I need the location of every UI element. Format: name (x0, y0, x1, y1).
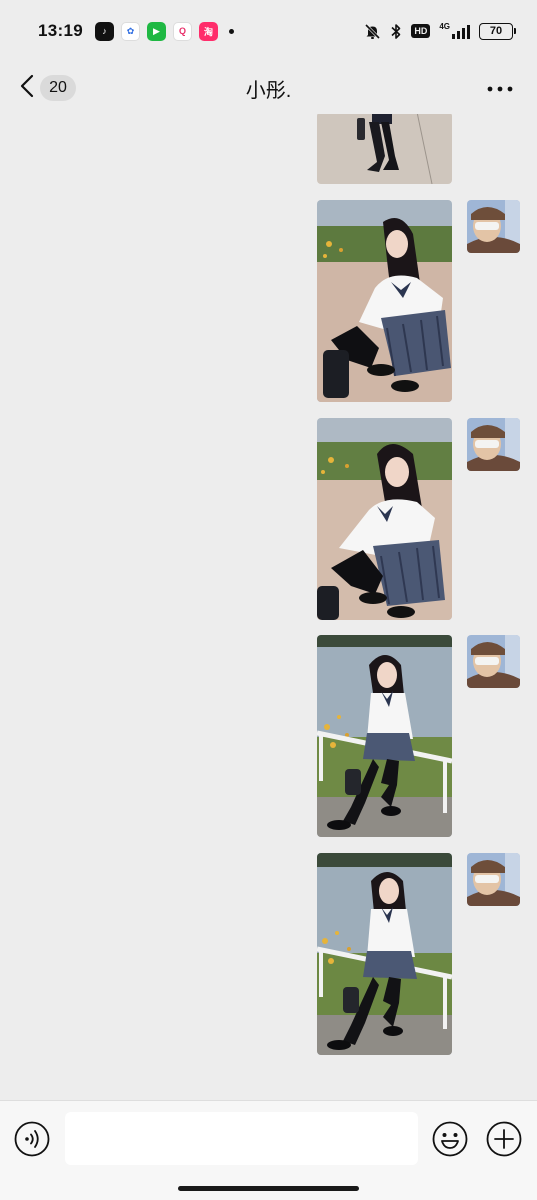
voice-icon (14, 1121, 50, 1161)
unread-count-badge: 20 (40, 75, 76, 101)
status-app-icons: ♪ ✿ ▶ Q 淘 (94, 21, 234, 41)
hd-badge: HD (411, 24, 431, 38)
input-bar (0, 1100, 537, 1200)
status-time: 13:19 (38, 21, 83, 40)
message-input[interactable] (65, 1112, 418, 1165)
message-photo[interactable] (317, 853, 452, 1055)
battery-icon: 70 (479, 22, 516, 40)
chevron-left-icon (18, 73, 36, 104)
chat-title[interactable]: 小彤. (246, 80, 292, 102)
message-photo[interactable] (317, 418, 452, 620)
emoji-icon (432, 1121, 468, 1161)
more-button[interactable] (487, 76, 513, 100)
avatar[interactable] (467, 200, 520, 253)
chat-header: 20 小彤. (0, 62, 537, 114)
mute-bell-icon (364, 23, 381, 40)
avatar[interactable] (467, 418, 520, 471)
emoji-button[interactable] (432, 1121, 468, 1162)
battery-level: 70 (489, 25, 503, 37)
message-list[interactable] (0, 114, 537, 1100)
notification-dot-icon (228, 28, 234, 34)
home-indicator[interactable] (178, 1186, 359, 1191)
avatar[interactable] (467, 853, 520, 906)
baidu-app-icon: ✿ (120, 21, 140, 41)
quark-app-icon: Q (172, 21, 192, 41)
message-photo[interactable] (317, 635, 452, 837)
plus-icon (486, 1121, 522, 1161)
douyin-app-icon: ♪ (94, 21, 114, 41)
taobao-app-icon: 淘 (198, 21, 218, 41)
avatar[interactable] (467, 635, 520, 688)
message-photo[interactable] (317, 114, 452, 184)
bluetooth-icon (390, 23, 402, 40)
more-functions-button[interactable] (486, 1121, 522, 1162)
status-bar: 13:19 ♪ ✿ ▶ Q 淘 HD 4G 70 (0, 0, 537, 62)
back-button[interactable]: 20 (18, 73, 76, 104)
more-dots-icon (487, 79, 513, 97)
voice-button[interactable] (14, 1121, 50, 1162)
cellular-signal-icon: 4G (439, 23, 470, 40)
iqiyi-app-icon: ▶ (146, 21, 166, 41)
message-photo[interactable] (317, 200, 452, 402)
